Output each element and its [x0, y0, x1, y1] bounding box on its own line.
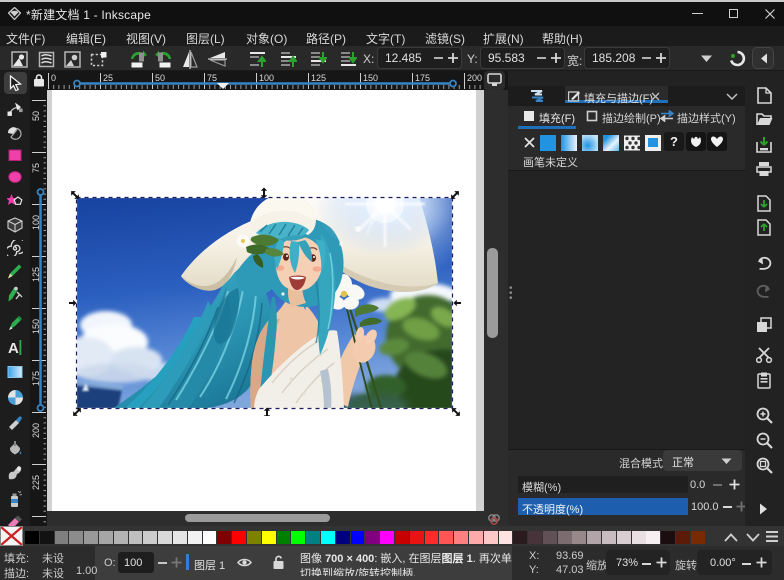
svg-text:50: 50: [31, 111, 41, 121]
svg-text:150: 150: [363, 73, 378, 83]
svg-text:125: 125: [311, 73, 326, 83]
svg-text:225: 225: [31, 475, 41, 490]
svg-text:A: A: [8, 340, 19, 356]
svg-text:75: 75: [31, 163, 41, 173]
svg-text:200: 200: [31, 423, 41, 438]
svg-text:200: 200: [467, 73, 482, 83]
svg-text:25: 25: [103, 73, 113, 83]
svg-text:0: 0: [51, 73, 56, 83]
svg-text:100: 100: [259, 73, 274, 83]
svg-text:50: 50: [155, 73, 165, 83]
svg-text:175: 175: [415, 73, 430, 83]
svg-text:75: 75: [207, 73, 217, 83]
